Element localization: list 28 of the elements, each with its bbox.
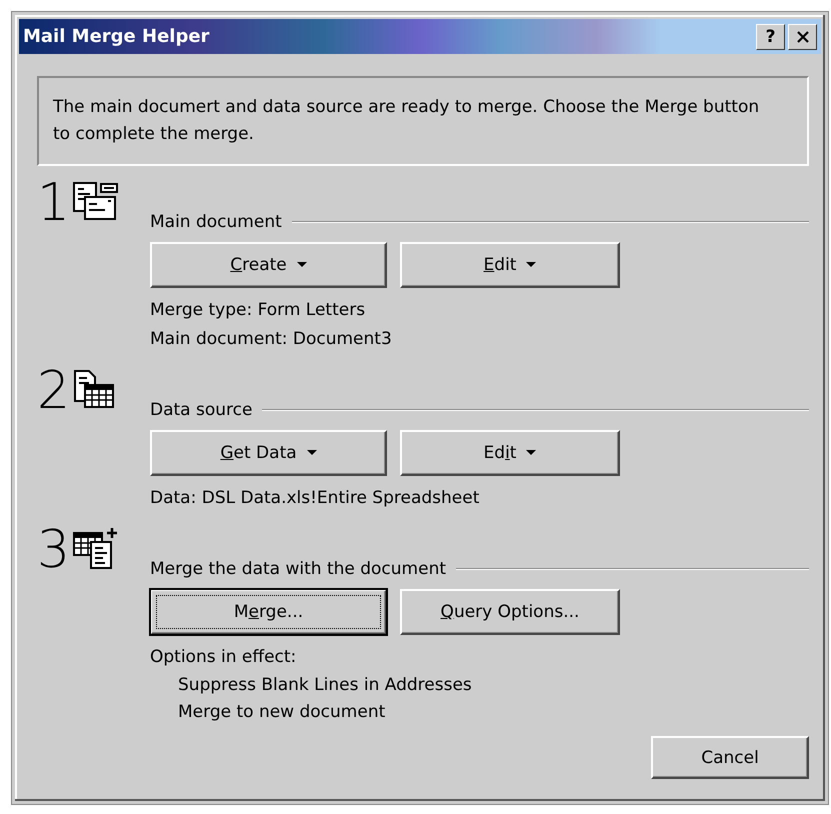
section-heading: Main document	[150, 212, 282, 232]
caret-icon	[296, 262, 307, 268]
dialog-button[interactable]: Edit	[400, 242, 620, 288]
dialog-button[interactable]: Get Data	[150, 430, 387, 476]
option-text: Suppress Blank Lines in Addresses	[178, 674, 473, 697]
caret-icon	[526, 450, 536, 456]
cancel-button[interactable]: Cancel	[651, 736, 809, 779]
dialog-button[interactable]: Create	[150, 242, 387, 288]
close-button[interactable]	[788, 24, 817, 50]
step-number: 3	[37, 525, 71, 575]
help-button[interactable]: ?	[756, 24, 785, 50]
step-number: 2	[37, 366, 71, 416]
option-text: Merge to new document	[178, 701, 386, 724]
window-title: Mail Merge Helper	[23, 26, 210, 47]
dialog-button[interactable]: Merge...	[150, 589, 387, 635]
info-text: Data: DSL Data.xls!Entire Spreadsheet	[150, 487, 480, 510]
info-text: Options in effect:	[150, 646, 298, 669]
info-text: Merge type: Form Letters	[150, 299, 366, 322]
caret-icon	[526, 262, 536, 268]
dialog-button[interactable]: Query Options...	[400, 589, 620, 635]
instruction-text: The main documert and data source are ready to merge. Choose the Merge button to complete the merge.	[53, 96, 760, 146]
dialog-button[interactable]: Edit	[400, 430, 620, 476]
section-heading: Data source	[150, 400, 252, 420]
section-heading: Merge the data with the document	[150, 559, 446, 579]
close-icon	[796, 30, 810, 42]
step-number: 1	[37, 178, 71, 228]
caret-icon	[306, 450, 317, 456]
info-text: Main document: Document3	[150, 328, 393, 351]
